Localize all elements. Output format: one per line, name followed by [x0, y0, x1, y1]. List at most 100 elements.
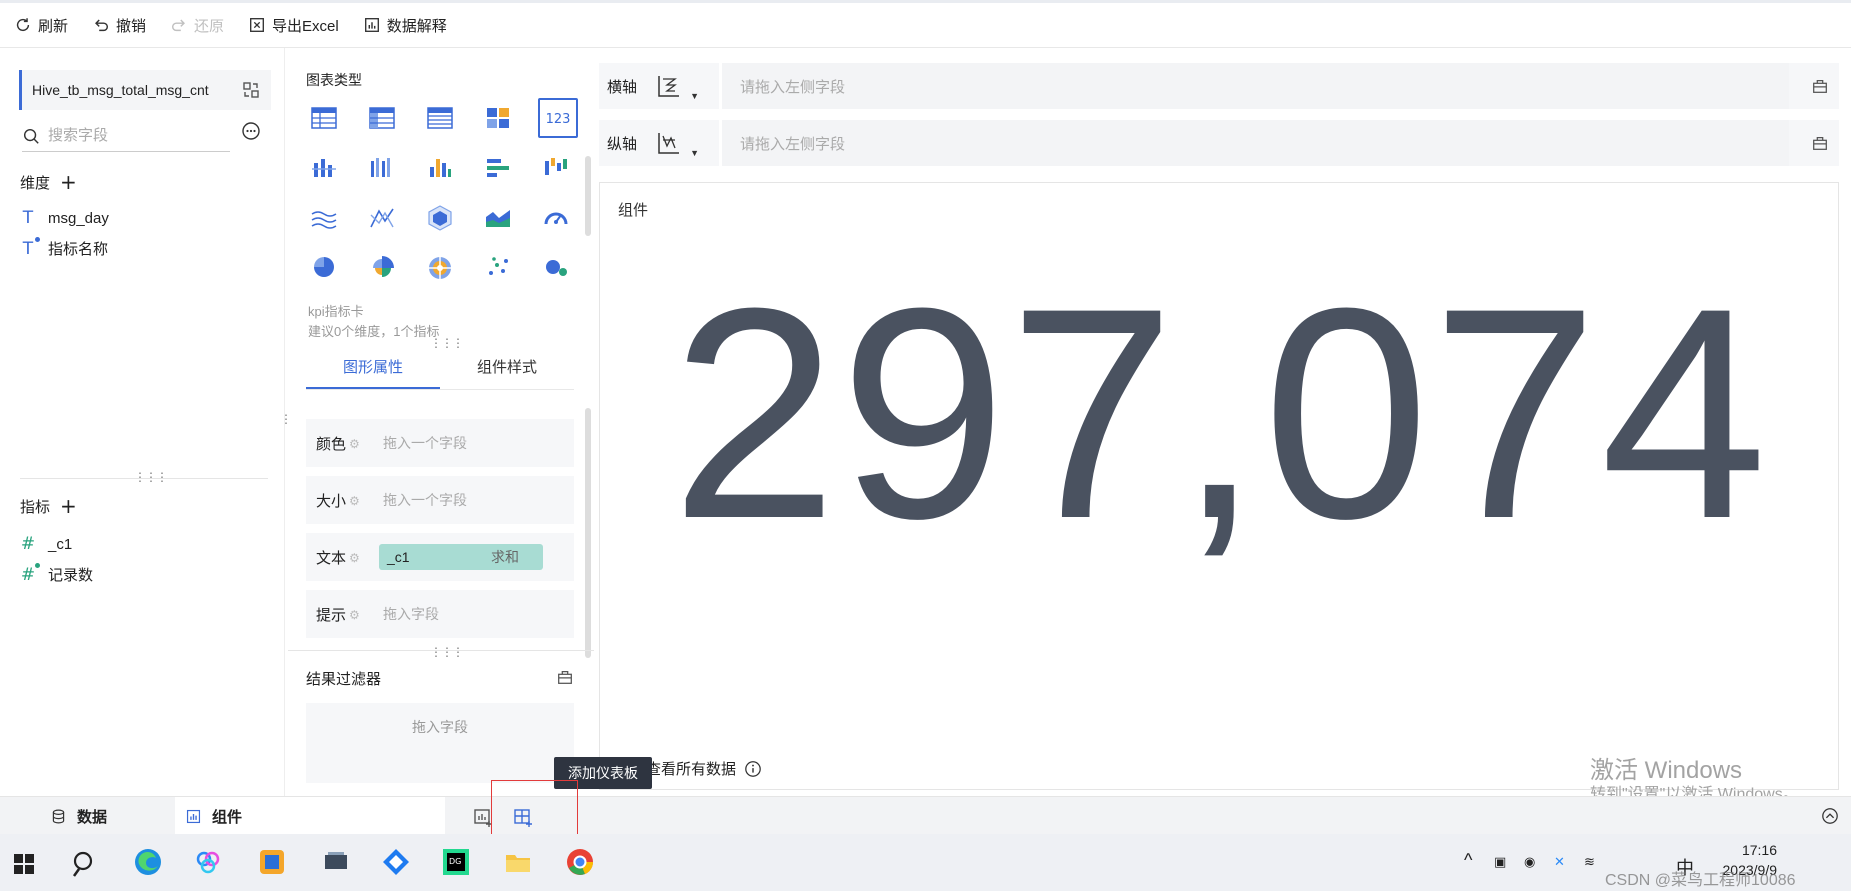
search-icon[interactable]	[70, 850, 96, 878]
edge-browser-icon[interactable]	[130, 844, 166, 880]
export-excel-button[interactable]: 导出Excel	[248, 15, 339, 36]
dimensions-header: 维度 +	[20, 170, 77, 194]
x-axis-sort-icon[interactable]: ▼	[655, 71, 701, 101]
line-chart-icon[interactable]	[306, 200, 342, 236]
filter-drop-zone[interactable]: 拖入字段	[306, 703, 574, 783]
waterfall-chart-icon[interactable]	[538, 150, 574, 186]
field-pill[interactable]: _c1 求和	[379, 544, 544, 570]
y-axis-sort-icon[interactable]: ▼	[655, 128, 701, 158]
area-chart-icon[interactable]	[480, 200, 516, 236]
result-filter-title: 结果过滤器	[306, 671, 382, 688]
table-chart-icon[interactable]	[306, 100, 342, 136]
pill-aggregation[interactable]: 求和	[491, 547, 519, 567]
desktop-app-icon[interactable]	[318, 844, 354, 880]
file-explorer-icon[interactable]	[500, 844, 536, 880]
wifi-icon[interactable]: ≋	[1584, 854, 1595, 870]
radar-chart-icon[interactable]	[422, 200, 458, 236]
switch-dataset-icon[interactable]	[241, 80, 261, 100]
datagrip-icon[interactable]: DG	[438, 844, 474, 880]
stacked-bar-chart-icon[interactable]	[306, 150, 342, 186]
baidu-netdisk-icon[interactable]	[190, 844, 226, 880]
scatter-chart-icon[interactable]	[480, 250, 516, 286]
detail-table-chart-icon[interactable]	[422, 100, 458, 136]
size-prop-row[interactable]: 大小 ⚙ 拖入一个字段	[306, 476, 574, 524]
chevron-up-icon[interactable]: ^	[1464, 850, 1472, 871]
x-axis-drop-zone[interactable]: 请拖入左侧字段	[719, 63, 1789, 109]
drop-placeholder: 拖入一个字段	[383, 435, 468, 451]
lark-app-icon[interactable]	[378, 844, 414, 880]
selected-chart-name: kpi指标卡	[308, 304, 364, 319]
sunburst-chart-icon[interactable]	[422, 250, 458, 286]
x-axis-label: 横轴	[607, 78, 638, 96]
x-axis-settings-icon[interactable]	[1811, 77, 1829, 95]
y-axis-settings-icon[interactable]	[1811, 134, 1829, 152]
more-options-icon[interactable]	[241, 121, 261, 141]
data-explain-button[interactable]: 数据解释	[363, 15, 447, 36]
gauge-chart-icon[interactable]	[538, 200, 574, 236]
app-icon[interactable]	[254, 844, 290, 880]
filter-settings-icon[interactable]	[556, 668, 574, 686]
dimension-field[interactable]: T msg_day	[20, 208, 109, 228]
tab-component[interactable]: 组件	[175, 797, 445, 835]
gear-icon[interactable]: ⚙	[349, 551, 361, 565]
chevron-down-icon[interactable]: ▼	[690, 148, 699, 158]
dataset-selector[interactable]: Hive_tb_msg_total_msg_cnt	[19, 70, 271, 110]
panel-resize-handle[interactable]: ⋮⋮⋮	[134, 470, 168, 484]
tab-component-label: 组件	[212, 808, 243, 826]
dimension-field[interactable]: T 指标名称	[20, 236, 108, 259]
cross-table-chart-icon[interactable]	[364, 100, 400, 136]
field-search[interactable]	[22, 120, 230, 152]
gear-icon[interactable]: ⚙	[349, 494, 361, 508]
chart-canvas[interactable]: 组件 297,074 查看所有数据	[599, 182, 1839, 790]
y-axis-drop-zone[interactable]: 请拖入左侧字段	[719, 120, 1789, 166]
tab-data[interactable]: 数据	[50, 797, 170, 835]
rose-chart-icon[interactable]	[364, 250, 400, 286]
collapse-panel-icon[interactable]	[1821, 807, 1839, 825]
bar-chart-icon[interactable]	[422, 150, 458, 186]
search-input[interactable]	[48, 127, 218, 144]
redo-label: 还原	[194, 17, 225, 35]
bottom-tab-bar: 数据 组件	[0, 796, 1851, 835]
tooltip-prop-row[interactable]: 提示 ⚙ 拖入字段	[306, 590, 574, 638]
horizontal-bar-chart-icon[interactable]	[480, 150, 516, 186]
prop-label: 提示	[316, 606, 347, 624]
pie-chart-icon[interactable]	[306, 250, 342, 286]
bubble-chart-icon[interactable]	[538, 250, 574, 286]
redo-button[interactable]: 还原	[170, 15, 224, 36]
info-icon[interactable]	[744, 760, 762, 778]
radar-line-chart-icon[interactable]	[364, 200, 400, 236]
component-title: 组件	[618, 202, 649, 219]
qq-icon[interactable]: ◉	[1524, 854, 1535, 870]
add-metric-icon[interactable]: +	[60, 494, 77, 518]
clock-time: 17:16	[1741, 842, 1777, 858]
tray-x-icon[interactable]: ✕	[1554, 854, 1565, 870]
tab-component-style[interactable]: 组件样式	[440, 346, 574, 389]
properties-scrollbar[interactable]	[585, 408, 591, 658]
kpi-card-chart-icon[interactable]: 123	[538, 98, 578, 138]
metric-field[interactable]: # 记录数	[20, 562, 94, 585]
tab-data-label: 数据	[77, 808, 108, 826]
field-name: 记录数	[48, 567, 94, 584]
text-prop-row[interactable]: 文本 ⚙ _c1 求和	[306, 533, 574, 581]
view-all-data-link[interactable]: 查看所有数据	[646, 758, 762, 779]
gear-icon[interactable]: ⚙	[349, 608, 361, 622]
excel-icon	[250, 18, 265, 32]
chevron-down-icon[interactable]: ▼	[690, 91, 699, 101]
tab-graphic-properties[interactable]: 图形属性	[306, 346, 440, 389]
gear-icon[interactable]: ⚙	[349, 437, 361, 451]
tray-app-icon[interactable]: ▣	[1494, 854, 1506, 870]
undo-button[interactable]: 撤销	[92, 15, 146, 36]
selected-chart-desc: 建议0个维度，1个指标	[308, 324, 440, 339]
filter-resize-handle[interactable]: ⋮⋮⋮	[430, 645, 464, 659]
refresh-button[interactable]: 刷新	[14, 15, 68, 36]
chart-config-panel: 图表类型 123 kpi指标卡 建议0个维度，1个指标 ⋮⋮⋮ 图形属性 组件样…	[288, 48, 594, 796]
add-dimension-icon[interactable]: +	[60, 170, 77, 194]
pill-field-name: _c1	[387, 549, 410, 565]
block-chart-icon[interactable]	[480, 100, 516, 136]
metric-field[interactable]: # _c1	[20, 534, 72, 554]
color-prop-row[interactable]: 颜色 ⚙ 拖入一个字段	[306, 419, 574, 467]
windows-start-icon[interactable]	[14, 854, 34, 874]
chart-type-scrollbar[interactable]	[585, 156, 591, 236]
chrome-browser-icon[interactable]	[562, 844, 598, 880]
grouped-bar-chart-icon[interactable]	[364, 150, 400, 186]
